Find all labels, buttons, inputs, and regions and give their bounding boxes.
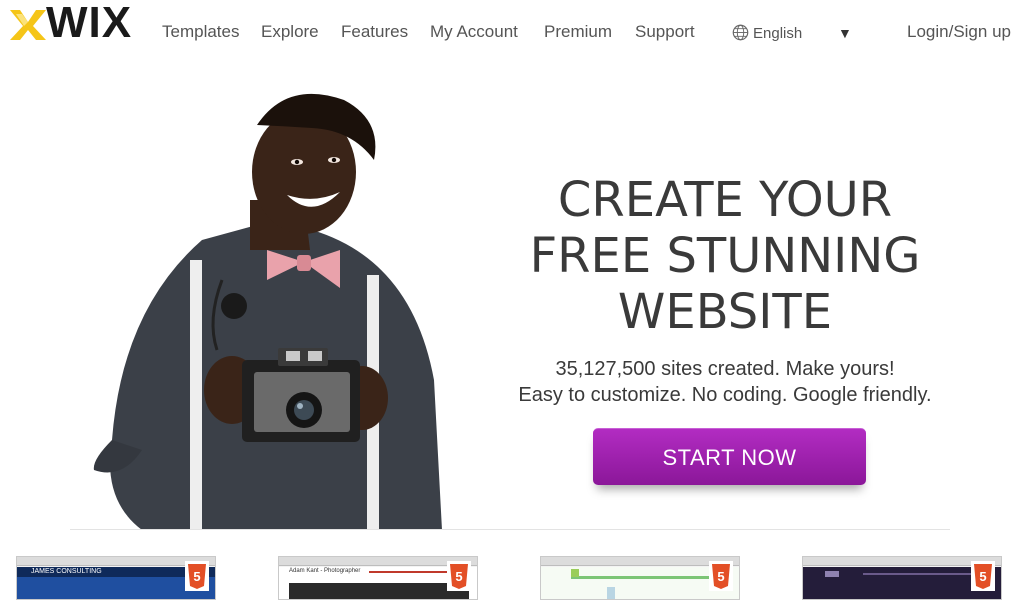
chevron-down-icon[interactable]: ▼ — [838, 25, 852, 41]
sites-created-count: 35,127,500 sites created. Make yours! — [555, 358, 895, 380]
start-now-button[interactable]: START NOW — [593, 428, 866, 485]
template-thumbnail[interactable]: 5 — [802, 556, 1002, 600]
globe-icon — [732, 24, 749, 41]
nav-features[interactable]: Features — [341, 22, 408, 42]
language-selector[interactable]: English — [732, 24, 802, 42]
svg-text:5: 5 — [455, 569, 462, 584]
nav-support[interactable]: Support — [635, 22, 695, 42]
html5-badge-icon: 5 — [971, 561, 995, 591]
template-thumbnail[interactable]: JAMES CONSULTING 5 — [16, 556, 216, 600]
svg-text:5: 5 — [193, 569, 200, 584]
headline-line-3: WEBSITE — [617, 284, 833, 340]
svg-text:5: 5 — [717, 569, 724, 584]
hero-headline: CREATE YOUR FREE STUNNING WEBSITE — [490, 172, 960, 340]
svg-text:5: 5 — [979, 569, 986, 584]
language-label: English — [753, 25, 803, 42]
nav-my-account[interactable]: My Account — [430, 22, 518, 42]
nav-explore[interactable]: Explore — [261, 22, 319, 42]
template-thumbnail[interactable]: 5 — [540, 556, 740, 600]
thumbnail-label: Adam Kant - Photographer — [289, 568, 361, 574]
html5-badge-icon: 5 — [709, 561, 733, 591]
html5-badge-icon: 5 — [185, 561, 209, 591]
template-thumbnail[interactable]: Adam Kant - Photographer 5 — [278, 556, 478, 600]
nav-templates[interactable]: Templates — [162, 22, 239, 42]
nav-premium[interactable]: Premium — [544, 22, 612, 42]
wix-logo[interactable]: WIX — [6, 0, 142, 47]
headline-line-2: FREE STUNNING — [529, 228, 921, 284]
thumbnail-label: JAMES CONSULTING — [31, 568, 102, 575]
wix-logo-text: WIX — [46, 0, 133, 47]
html5-badge-icon: 5 — [447, 561, 471, 591]
wix-logo-mark-icon — [10, 10, 46, 40]
site-header: WIX Templates Explore Features My Accoun… — [0, 0, 1019, 68]
section-divider — [70, 529, 950, 530]
hero-photographer-image — [93, 93, 442, 530]
login-signup-link[interactable]: Login/Sign up — [907, 22, 1011, 42]
hero-tagline: Easy to customize. No coding. Google fri… — [518, 384, 932, 406]
headline-line-1: CREATE YOUR — [557, 172, 893, 228]
hero-text-block: CREATE YOUR FREE STUNNING WEBSITE 35,127… — [490, 172, 960, 408]
